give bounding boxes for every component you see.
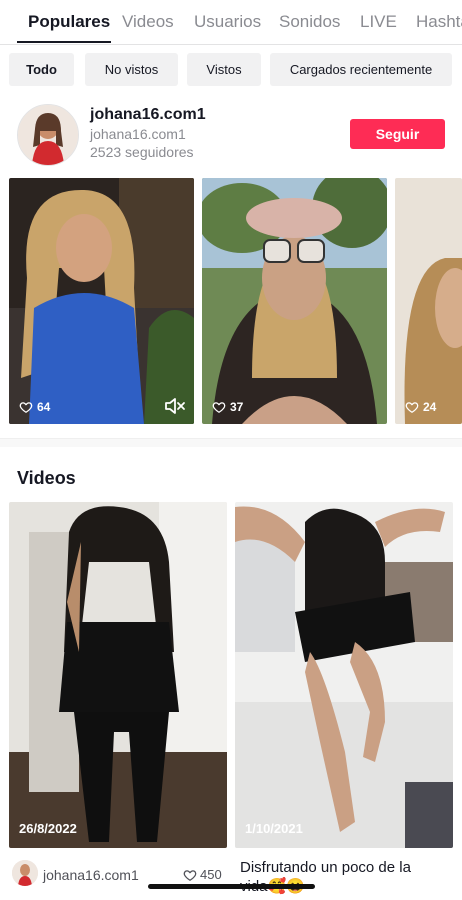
follow-button[interactable]: Seguir xyxy=(350,119,445,149)
tab-usuarios[interactable]: Usuarios xyxy=(194,12,261,32)
heart-outline-icon xyxy=(212,402,226,413)
video-author-name[interactable]: johana16.com1 xyxy=(43,867,139,883)
user-name[interactable]: johana16.com1 xyxy=(90,106,206,124)
thumb-likes: 64 xyxy=(19,400,50,414)
heart-outline-icon xyxy=(183,869,197,881)
filter-cargados-recientemente[interactable]: Cargados recientemente xyxy=(270,53,452,86)
user-followers: 2523 seguidores xyxy=(90,144,194,160)
avatar-photo xyxy=(18,105,78,165)
thumb-likes: 37 xyxy=(212,400,243,414)
user-id: johana16.com1 xyxy=(90,126,186,142)
user-video-thumb-2[interactable]: 37 xyxy=(202,178,387,424)
thumb-likes-count: 64 xyxy=(37,400,51,414)
tab-hashtags[interactable]: Hashtags xyxy=(416,12,462,32)
tab-sonidos[interactable]: Sonidos xyxy=(279,12,340,32)
video-thumbnail-image xyxy=(202,178,387,424)
user-avatar[interactable] xyxy=(17,104,79,166)
video-likes-count: 450 xyxy=(200,867,222,882)
avatar-photo xyxy=(12,860,38,886)
videos-section-title: Videos xyxy=(17,468,76,488)
tab-populares[interactable]: Populares xyxy=(28,12,110,32)
video-card-2[interactable]: 1/10/2021 xyxy=(235,502,453,848)
filter-no-vistos[interactable]: No vistos xyxy=(85,53,178,86)
thumb-likes: 24 xyxy=(405,400,436,414)
thumb-likes-count: 37 xyxy=(230,400,244,414)
home-indicator xyxy=(148,884,315,889)
video-caption[interactable]: Disfrutando un poco de la vida🥰😀 xyxy=(240,858,440,896)
video-thumbnail-image xyxy=(9,502,227,848)
filter-todo[interactable]: Todo xyxy=(9,53,74,86)
tab-videos[interactable]: Videos xyxy=(122,12,174,32)
active-tab-indicator xyxy=(17,41,111,43)
video-date: 26/8/2022 xyxy=(19,821,77,836)
thumb-likes-count: 24 xyxy=(423,400,437,414)
tab-live[interactable]: LIVE xyxy=(360,12,397,32)
video-author-avatar[interactable] xyxy=(12,860,38,886)
video-thumbnail-image xyxy=(395,178,462,424)
video-thumbnail-image xyxy=(9,178,194,424)
user-video-thumb-1[interactable]: 64 xyxy=(9,178,194,424)
filter-vistos[interactable]: Vistos xyxy=(187,53,261,86)
video-card-1[interactable]: 26/8/2022 xyxy=(9,502,227,848)
video-date: 1/10/2021 xyxy=(245,821,303,836)
heart-outline-icon xyxy=(19,402,33,413)
video-thumbnail-image xyxy=(235,502,453,848)
video-likes: 450 xyxy=(183,867,222,882)
section-divider xyxy=(0,438,462,447)
search-tabs: Populares Videos Usuarios Sonidos LIVE H… xyxy=(0,0,462,45)
heart-outline-icon xyxy=(405,402,419,413)
user-video-thumb-3[interactable]: 24 xyxy=(395,178,462,424)
speaker-muted-icon[interactable] xyxy=(164,396,186,416)
